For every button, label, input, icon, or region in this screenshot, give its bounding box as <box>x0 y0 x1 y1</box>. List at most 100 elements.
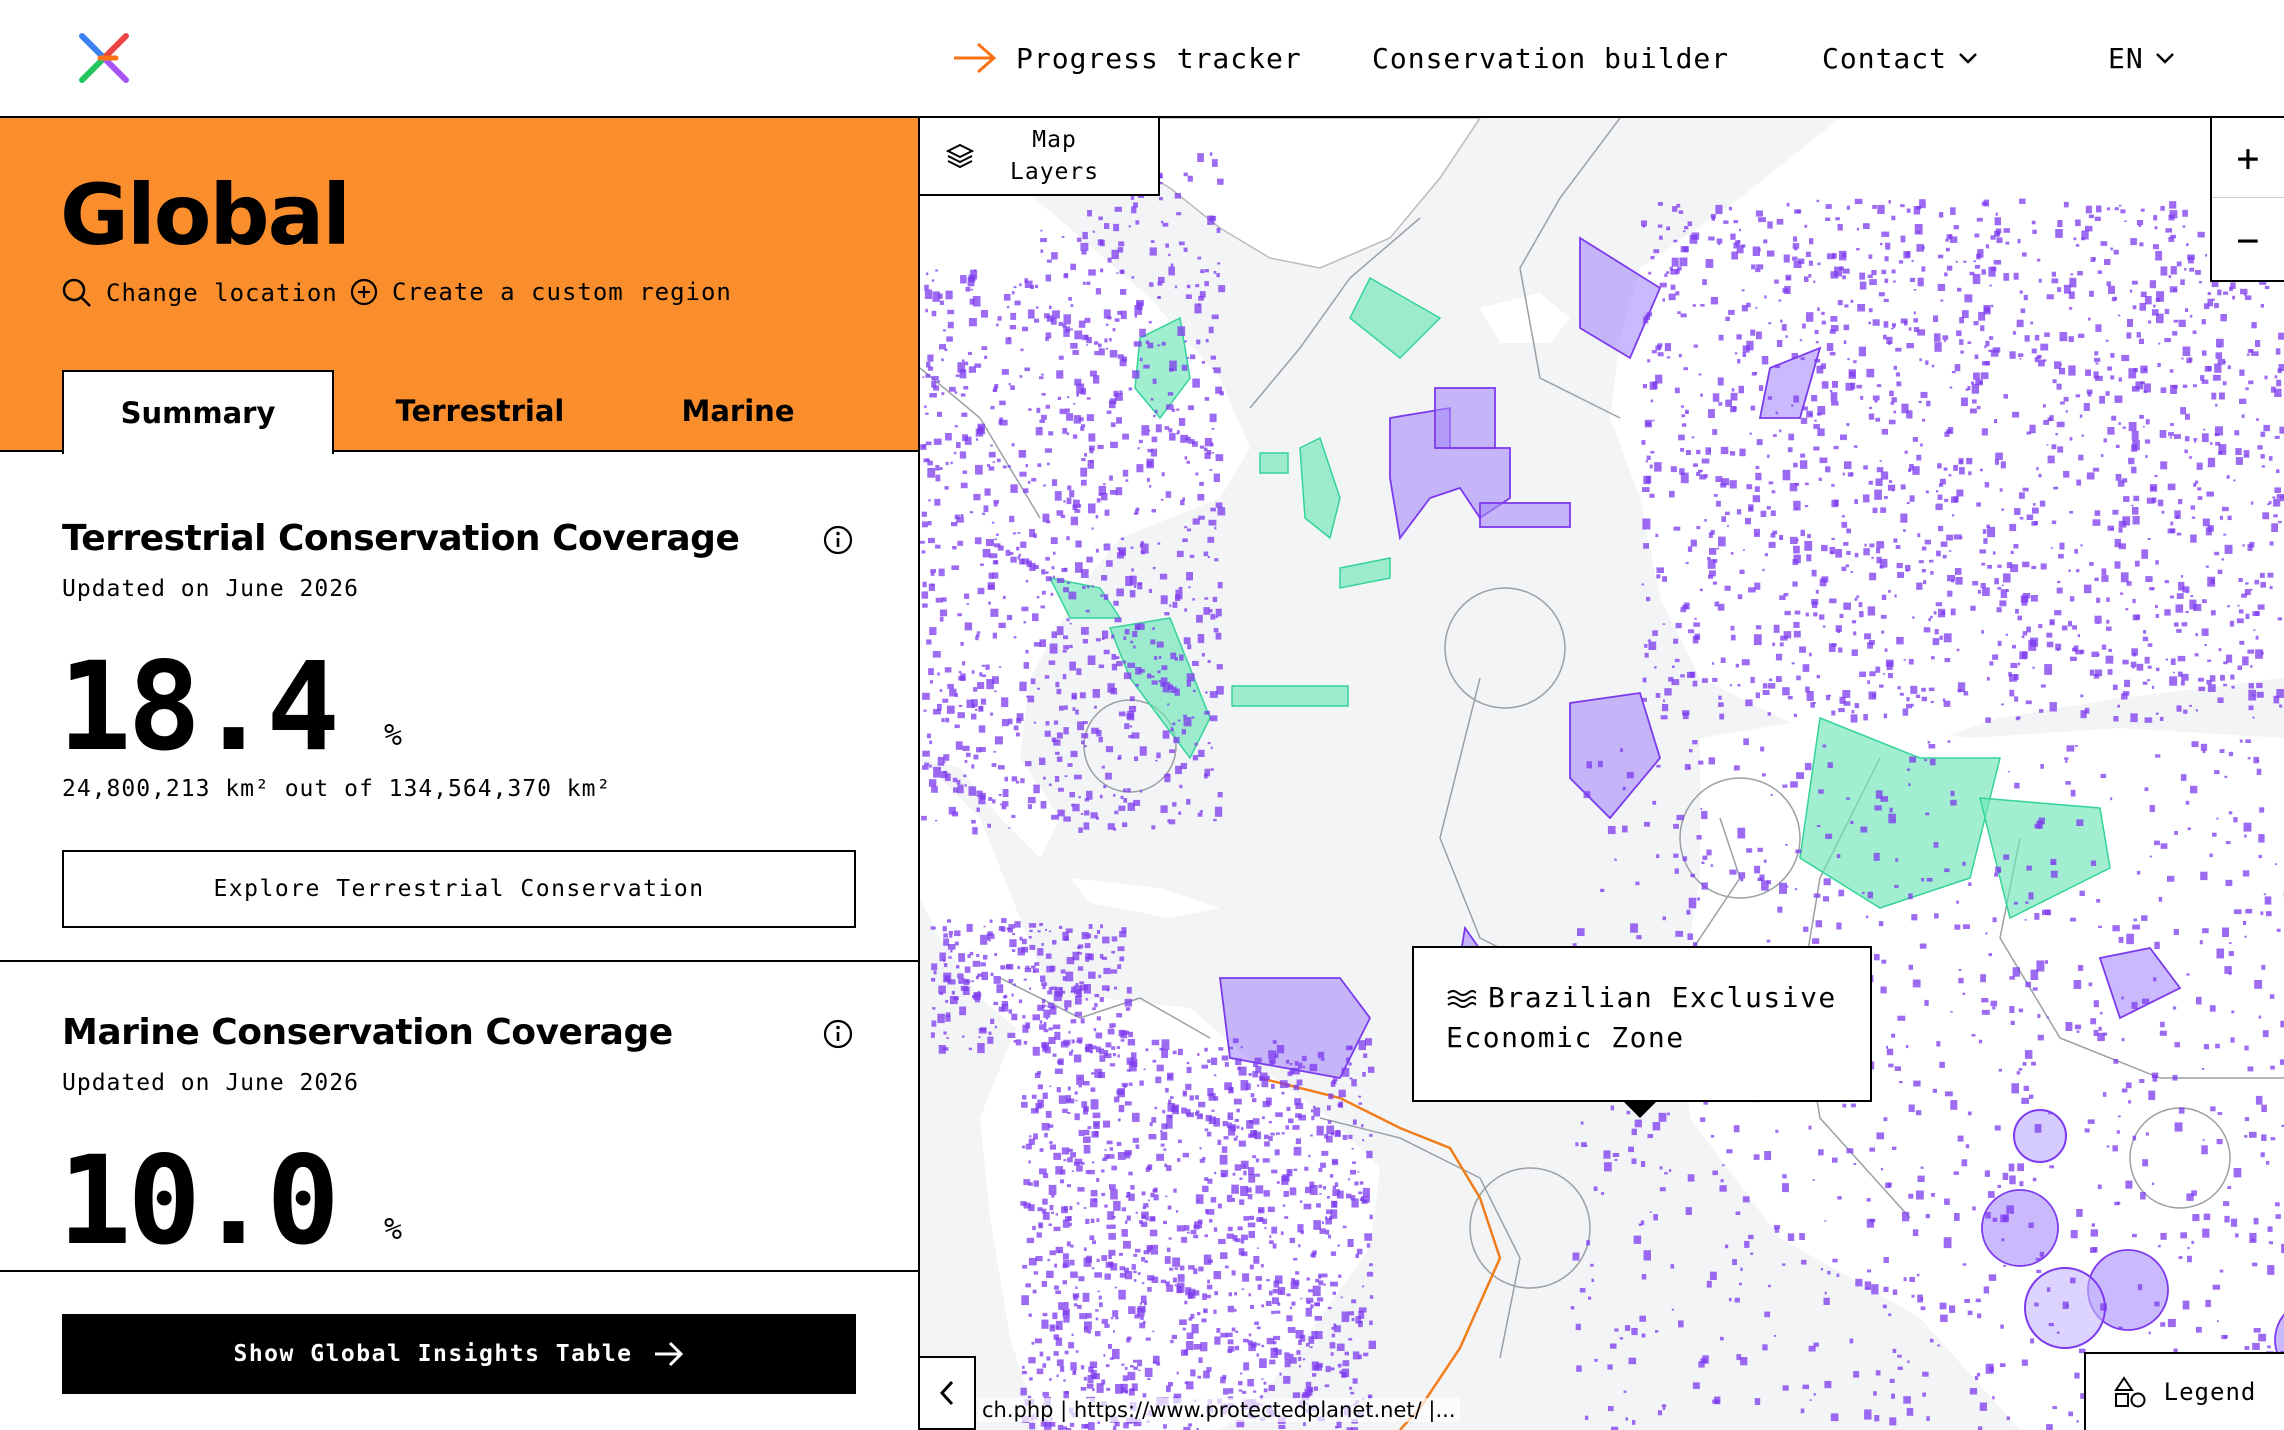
nav-progress-tracker[interactable]: Progress tracker <box>952 38 1302 78</box>
protected-area-patch <box>1925 1214 1930 1219</box>
protected-area-patch <box>2255 1095 2263 1105</box>
protected-area-patch <box>2279 426 2284 434</box>
protected-area-patch <box>1223 1388 1229 1395</box>
logo-icon[interactable] <box>76 30 132 86</box>
protected-area-patch <box>2032 987 2038 991</box>
protected-area-patch <box>2039 709 2044 713</box>
map-region-popup[interactable]: Brazilian Exclusive Economic Zone <box>1412 946 1872 1102</box>
protected-area-patch <box>1129 590 1136 598</box>
protected-area-patch <box>1039 1148 1044 1152</box>
protected-area-patch <box>921 550 926 554</box>
protected-area-patch <box>1997 564 2002 568</box>
zoom-in-button[interactable]: + <box>2212 118 2284 198</box>
protected-area-patch <box>1029 1377 1033 1381</box>
protected-area-patch <box>2100 773 2107 778</box>
protected-area-patch <box>1209 715 1218 722</box>
protected-area-patch <box>964 361 969 366</box>
protected-area-patch <box>1875 417 1881 422</box>
protected-area-patch <box>1025 464 1028 468</box>
change-location-button[interactable]: Change location <box>62 278 338 308</box>
tab-terrestrial[interactable]: Terrestrial <box>370 370 590 452</box>
protected-area-patch <box>1338 1101 1344 1108</box>
tab-marine[interactable]: Marine <box>650 370 826 452</box>
protected-area-patch <box>1659 282 1667 288</box>
protected-area-patch <box>1682 710 1690 716</box>
protected-area-patch <box>1058 321 1064 326</box>
protected-area-patch <box>1119 390 1123 395</box>
protected-area-patch <box>1006 305 1010 309</box>
protected-area-patch <box>1252 1155 1257 1159</box>
explore-terrestrial-button[interactable]: Explore Terrestrial Conservation <box>62 850 856 928</box>
protected-area-patch <box>2032 507 2039 514</box>
protected-area-patch <box>1959 467 1965 475</box>
info-icon[interactable] <box>822 524 854 556</box>
nav-contact-label: Contact <box>1822 41 1948 75</box>
protected-area-patch <box>1103 309 1111 319</box>
protected-area-patch <box>1951 579 1954 583</box>
protected-area-patch <box>982 548 991 558</box>
protected-area-patch <box>1853 631 1857 636</box>
protected-area-patch <box>1109 338 1112 342</box>
map-canvas[interactable]: mapbox <box>920 118 2284 1430</box>
protected-area-patch <box>1832 1258 1838 1263</box>
protected-area-patch <box>1016 546 1020 551</box>
protected-area-patch <box>1738 1282 1742 1286</box>
create-custom-region-button[interactable]: Create a custom region <box>350 278 732 306</box>
protected-area-patch <box>2128 457 2135 465</box>
nav-contact[interactable]: Contact <box>1822 38 1979 78</box>
protected-area-patch <box>1989 661 1994 666</box>
protected-area-patch <box>2254 980 2263 989</box>
protected-area-patch <box>1054 775 1060 782</box>
info-icon[interactable] <box>822 1018 854 1050</box>
protected-area-patch <box>1261 1304 1264 1308</box>
protected-area-patch <box>1083 1257 1092 1267</box>
protected-area-patch <box>2034 913 2040 920</box>
protected-area-patch <box>1269 1290 1273 1296</box>
protected-area-patch <box>1709 1271 1717 1280</box>
protected-area-patch <box>2048 1322 2054 1327</box>
protected-area-patch <box>1597 760 1603 768</box>
protected-area-patch <box>1109 1184 1116 1190</box>
language-selector[interactable]: EN <box>2108 38 2176 78</box>
protected-area-patch <box>1134 510 1139 515</box>
protected-area-patch <box>1906 768 1911 771</box>
protected-area-patch <box>1101 575 1108 581</box>
zoom-out-button[interactable]: − <box>2212 200 2284 280</box>
protected-area-patch <box>1271 1226 1278 1234</box>
protected-area-patch <box>1063 1302 1069 1309</box>
protected-area-patch <box>1075 540 1082 548</box>
protected-area-patch <box>1308 1289 1314 1293</box>
protected-area-patch <box>943 972 952 983</box>
protected-area-patch <box>2154 226 2158 230</box>
legend-button[interactable]: Legend <box>2084 1352 2284 1430</box>
protected-area-patch <box>1836 854 1841 859</box>
show-insights-table-button[interactable]: Show Global Insights Table <box>62 1314 856 1394</box>
protected-area-patch <box>1184 526 1188 529</box>
protected-area-patch <box>1943 1237 1952 1249</box>
protected-area-patch <box>984 355 988 359</box>
tab-summary[interactable]: Summary <box>62 370 334 454</box>
protected-area-patch <box>1062 1280 1067 1285</box>
protected-area-patch <box>1988 349 1992 353</box>
nav-conservation-builder[interactable]: Conservation builder <box>1372 38 1729 78</box>
map-attribution[interactable]: ch.php | https://www.protectedplanet.net… <box>978 1398 1460 1422</box>
protected-area-patch <box>1096 1016 1101 1021</box>
protected-area-patch <box>2030 595 2038 602</box>
protected-area-patch <box>1280 1290 1283 1294</box>
protected-area-patch <box>1011 776 1018 782</box>
map-layers-button[interactable]: Map Layers <box>920 118 1160 196</box>
protected-area-patch <box>1805 686 1810 693</box>
protected-area-patch <box>1739 448 1746 457</box>
protected-area-patch <box>1214 558 1219 562</box>
protected-area-patch <box>1329 1216 1333 1220</box>
collapse-sidebar-button[interactable] <box>920 1356 976 1430</box>
protected-area-patch <box>1931 1193 1935 1197</box>
protected-area-patch <box>1814 329 1819 335</box>
protected-area-patch <box>1035 284 1039 289</box>
protected-area-patch <box>1123 1240 1131 1249</box>
protected-area-patch <box>1319 1193 1322 1195</box>
protected-area-patch <box>2160 843 2168 849</box>
protected-area-patch <box>1707 559 1716 569</box>
protected-area-patch <box>1140 550 1145 555</box>
protected-area-patch <box>1041 1208 1047 1214</box>
